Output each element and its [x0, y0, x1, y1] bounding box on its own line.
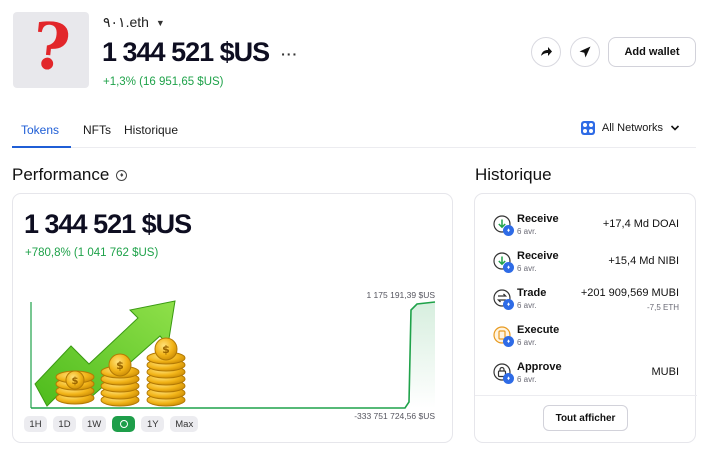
svg-text:$: $	[162, 343, 170, 356]
range-1m[interactable]	[112, 416, 136, 432]
history-type: Approve	[517, 361, 562, 373]
ethereum-badge-icon: ♦	[503, 262, 514, 273]
history-row[interactable]: ♦ Approve 6 avr. MUBI	[475, 359, 697, 395]
history-row[interactable]: ♦ Receive 6 avr. +15,4 Md NIBI	[475, 248, 697, 284]
history-date: 6 avr.	[517, 338, 537, 347]
more-options-icon[interactable]: ···	[281, 46, 298, 62]
chart-min-label: -333 751 724,56 $US	[354, 411, 435, 421]
network-selector-label: All Networks	[601, 122, 663, 134]
chart-max-label: 1 175 191,39 $US	[366, 290, 435, 300]
chart-area-fill	[409, 302, 435, 408]
history-heading: Historique	[475, 165, 552, 185]
add-wallet-button[interactable]: Add wallet	[608, 37, 696, 67]
send-icon	[579, 46, 591, 58]
coin-stack-small: $	[55, 370, 95, 405]
tab-historique[interactable]: Historique	[124, 123, 178, 137]
wallet-balance: 1 344 521 $US	[102, 37, 270, 67]
history-type: Execute	[517, 324, 560, 336]
history-type: Trade	[517, 287, 547, 299]
performance-title: Performance	[12, 165, 110, 184]
tab-tokens[interactable]: Tokens	[21, 123, 59, 137]
range-1y[interactable]: 1Y	[141, 416, 165, 432]
ethereum-badge-icon: ♦	[503, 373, 514, 384]
network-selector[interactable]: All Networks	[580, 121, 680, 135]
range-1w[interactable]: 1W	[82, 416, 107, 432]
performance-heading: Performance ♦	[12, 165, 128, 185]
history-card: ♦ Receive 6 avr. +17,4 Md DOAI ♦ Receive…	[474, 193, 697, 443]
time-range-tabs: 1H 1D 1W 1Y Max	[24, 416, 199, 432]
growth-illustration: $ $ $	[34, 300, 186, 407]
networks-icon	[580, 121, 595, 135]
tab-nfts[interactable]: NFTs	[83, 123, 111, 137]
history-amount: +201 909,569 MUBI	[580, 287, 679, 299]
avatar-glyph: ?	[28, 8, 74, 87]
history-date: 6 avr.	[517, 301, 537, 310]
history-date: 6 avr.	[517, 375, 537, 384]
range-1h[interactable]: 1H	[24, 416, 47, 432]
history-row[interactable]: ♦ Trade 6 avr. +201 909,569 MUBI -7,5 ET…	[475, 285, 697, 321]
history-type: Receive	[517, 250, 559, 262]
show-all-button[interactable]: Tout afficher	[543, 405, 628, 431]
selected-range-ring-icon	[119, 420, 128, 428]
wallet-name: ٩٠١.eth	[103, 14, 149, 30]
wallet-tabs: Tokens NFTs Historique All Networks	[12, 114, 696, 148]
history-date: 6 avr.	[517, 227, 537, 236]
history-title: Historique	[475, 165, 552, 184]
history-sub-amount: -7,5 ETH	[646, 303, 679, 312]
info-icon[interactable]: ♦	[116, 169, 128, 181]
share-arrow-icon	[541, 47, 552, 56]
ethereum-badge-icon: ♦	[503, 225, 514, 236]
wallet-avatar: ?	[13, 8, 89, 88]
performance-card: 1 344 521 $US +780,8% (1 041 762 $US) $ …	[12, 193, 453, 443]
chevron-down-icon: ▼	[155, 17, 165, 28]
ethereum-badge-icon: ♦	[503, 299, 514, 310]
active-tab-indicator	[12, 146, 71, 148]
history-type: Receive	[517, 213, 559, 225]
range-1d[interactable]: 1D	[53, 416, 76, 432]
history-row[interactable]: ♦ Execute 6 avr.	[475, 322, 697, 358]
svg-text:$: $	[72, 376, 79, 387]
wallet-change: +1,3% (16 951,65 $US)	[103, 76, 224, 88]
range-max[interactable]: Max	[170, 416, 199, 432]
share-button[interactable]	[531, 37, 561, 67]
coin-stack-large: $	[146, 337, 186, 407]
send-button[interactable]	[570, 37, 600, 67]
performance-chart: $ $ $ 1 175 191,39 $US -333 751 724,56 $…	[30, 290, 435, 421]
history-row[interactable]: ♦ Receive 6 avr. +17,4 Md DOAI	[475, 211, 697, 247]
history-divider	[475, 395, 697, 396]
history-amount: MUBI	[651, 366, 680, 378]
history-date: 6 avr.	[517, 264, 537, 273]
ethereum-badge-icon: ♦	[503, 336, 514, 347]
history-amount: +15,4 Md NIBI	[608, 255, 679, 267]
history-amount: +17,4 Md DOAI	[602, 218, 679, 230]
svg-text:$: $	[116, 359, 124, 372]
wallet-name-selector[interactable]: ٩٠١.eth ▼	[103, 14, 165, 31]
wallet-balance-row: 1 344 521 $US ···	[102, 37, 298, 68]
chevron-down-icon	[670, 125, 680, 131]
